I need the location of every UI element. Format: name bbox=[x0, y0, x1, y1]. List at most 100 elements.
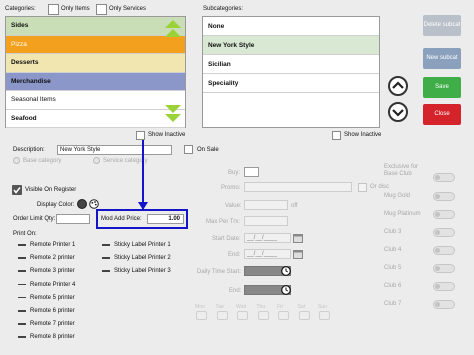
category-row[interactable]: Sides bbox=[6, 17, 185, 36]
start-date-input[interactable]: __/__/____ bbox=[244, 233, 291, 243]
base-category-radio[interactable] bbox=[13, 157, 20, 164]
visible-on-register-label: Visible On Register bbox=[25, 187, 77, 193]
checkmark-icon bbox=[13, 187, 21, 194]
subcategory-row[interactable]: None bbox=[203, 17, 379, 36]
service-category-label: Service category bbox=[103, 158, 148, 164]
printer-toggle[interactable] bbox=[18, 270, 26, 272]
day-checkbox[interactable] bbox=[196, 311, 207, 320]
move-up-button[interactable] bbox=[388, 76, 408, 96]
end-date-label: End: bbox=[228, 252, 241, 258]
max-per-trx-label: Max Per Trx: bbox=[206, 219, 241, 225]
arrow-down-icon bbox=[138, 202, 148, 210]
categories-show-inactive-checkbox[interactable] bbox=[136, 131, 145, 140]
category-row[interactable]: Merchandise bbox=[6, 72, 185, 91]
calendar-icon[interactable] bbox=[293, 249, 303, 259]
printer-label: Remote 8 printer bbox=[30, 334, 75, 341]
categories-list[interactable]: Sides Pizza Desserts Merchandise Seasonal It… bbox=[5, 16, 186, 128]
category-row[interactable]: Pizza bbox=[6, 35, 185, 54]
close-button[interactable]: Close bbox=[423, 104, 461, 125]
palette-icon[interactable] bbox=[89, 199, 99, 209]
description-input[interactable]: New York Style bbox=[57, 145, 172, 155]
club-toggle[interactable] bbox=[433, 246, 455, 255]
chevron-up-icon bbox=[392, 81, 404, 89]
triangle-up-icon[interactable] bbox=[164, 19, 182, 39]
max-per-trx-input[interactable] bbox=[244, 216, 288, 226]
printer-toggle[interactable] bbox=[18, 296, 26, 299]
subcategory-row[interactable]: New York Style bbox=[203, 36, 379, 55]
buy-input[interactable] bbox=[244, 167, 259, 177]
printer-label: Remote 3 printer bbox=[30, 268, 75, 275]
printer-toggle[interactable] bbox=[18, 244, 26, 246]
day-checkbox[interactable] bbox=[298, 311, 310, 320]
club-toggle[interactable] bbox=[433, 210, 455, 219]
club-toggle[interactable] bbox=[433, 264, 455, 273]
day-label: Fri bbox=[277, 304, 283, 310]
end-date-input[interactable]: __/__/____ bbox=[244, 249, 291, 259]
only-services-checkbox[interactable] bbox=[96, 4, 107, 15]
printer-toggle[interactable] bbox=[18, 323, 26, 325]
subcategory-row[interactable]: Sicilian bbox=[203, 55, 379, 74]
day-label: Wed bbox=[236, 304, 247, 310]
sticky-printer-toggle[interactable] bbox=[102, 257, 110, 259]
service-category-radio[interactable] bbox=[93, 157, 100, 164]
day-checkbox[interactable] bbox=[278, 311, 289, 320]
printer-label: Remote Printer 4 bbox=[30, 281, 76, 288]
base-club-toggle[interactable] bbox=[433, 173, 455, 182]
printer-toggle[interactable] bbox=[18, 257, 26, 259]
printer-label: Remote 2 printer bbox=[30, 255, 75, 262]
categories-show-inactive-label: Show Inactive bbox=[148, 132, 186, 138]
club-toggle[interactable] bbox=[433, 300, 455, 309]
new-subcat-button[interactable]: New subcat bbox=[423, 48, 461, 69]
printer-label: Remote 5 printer bbox=[30, 294, 75, 301]
printer-toggle[interactable] bbox=[18, 336, 26, 338]
sticky-printer-toggle[interactable] bbox=[102, 244, 110, 246]
club-toggle[interactable] bbox=[433, 192, 455, 201]
day-label: Thu bbox=[256, 304, 266, 310]
save-button[interactable]: Save bbox=[423, 77, 461, 98]
subcategory-row[interactable]: Speciality bbox=[203, 74, 379, 93]
day-checkbox[interactable] bbox=[237, 311, 248, 320]
only-items-checkbox[interactable] bbox=[48, 4, 59, 15]
day-checkbox[interactable] bbox=[216, 311, 228, 320]
display-color-label: Display Color: bbox=[37, 202, 75, 208]
subcategories-label: Subcategories: bbox=[203, 6, 244, 12]
club-label: Club 7 bbox=[384, 301, 402, 307]
value-label: Value: bbox=[225, 203, 242, 209]
subcategories-list[interactable]: None New York Style Sicilian Speciality bbox=[202, 16, 380, 128]
triangle-down-icon[interactable] bbox=[164, 104, 182, 124]
visible-on-register-checkbox[interactable] bbox=[12, 185, 22, 195]
promo-label: Promo: bbox=[221, 185, 241, 191]
sticky-printer-toggle[interactable] bbox=[102, 270, 110, 272]
category-row[interactable]: Desserts bbox=[6, 54, 185, 73]
color-swatch[interactable] bbox=[77, 199, 87, 209]
subcategories-show-inactive-checkbox[interactable] bbox=[332, 131, 341, 140]
sticky-printer-label: Sticky Label Printer 1 bbox=[114, 242, 171, 248]
printer-toggle[interactable] bbox=[18, 283, 26, 286]
value-suffix: off bbox=[291, 203, 298, 209]
move-down-button[interactable] bbox=[388, 102, 408, 122]
category-row[interactable]: Seafood bbox=[6, 109, 185, 128]
day-label: Tue bbox=[215, 304, 224, 310]
printer-toggle[interactable] bbox=[18, 310, 26, 312]
day-checkbox[interactable] bbox=[257, 311, 269, 320]
on-sale-label: On Sale bbox=[197, 147, 219, 153]
delete-subcat-button[interactable]: Delete subcat bbox=[423, 15, 461, 36]
category-row[interactable]: Seasonal Items bbox=[6, 91, 185, 110]
calendar-icon[interactable] bbox=[293, 233, 303, 243]
on-sale-checkbox[interactable] bbox=[184, 145, 193, 154]
highlight-arrow-line bbox=[142, 140, 144, 210]
printer-label: Remote 7 printer bbox=[30, 321, 75, 328]
clock-icon[interactable] bbox=[281, 266, 291, 276]
club-toggle[interactable] bbox=[433, 228, 455, 237]
mod-add-price-input[interactable]: 1.00 bbox=[147, 214, 184, 224]
value-input[interactable] bbox=[244, 200, 288, 210]
promo-select[interactable] bbox=[244, 182, 352, 192]
end-time-label: End: bbox=[229, 288, 242, 294]
day-label: Sat bbox=[297, 304, 306, 310]
order-limit-qty-input[interactable] bbox=[56, 214, 90, 224]
club-toggle[interactable] bbox=[433, 282, 455, 291]
or-disc-checkbox[interactable] bbox=[358, 183, 367, 192]
day-checkbox[interactable] bbox=[319, 311, 330, 320]
club-label: Mug Gold bbox=[384, 193, 411, 199]
clock-icon[interactable] bbox=[281, 285, 291, 295]
